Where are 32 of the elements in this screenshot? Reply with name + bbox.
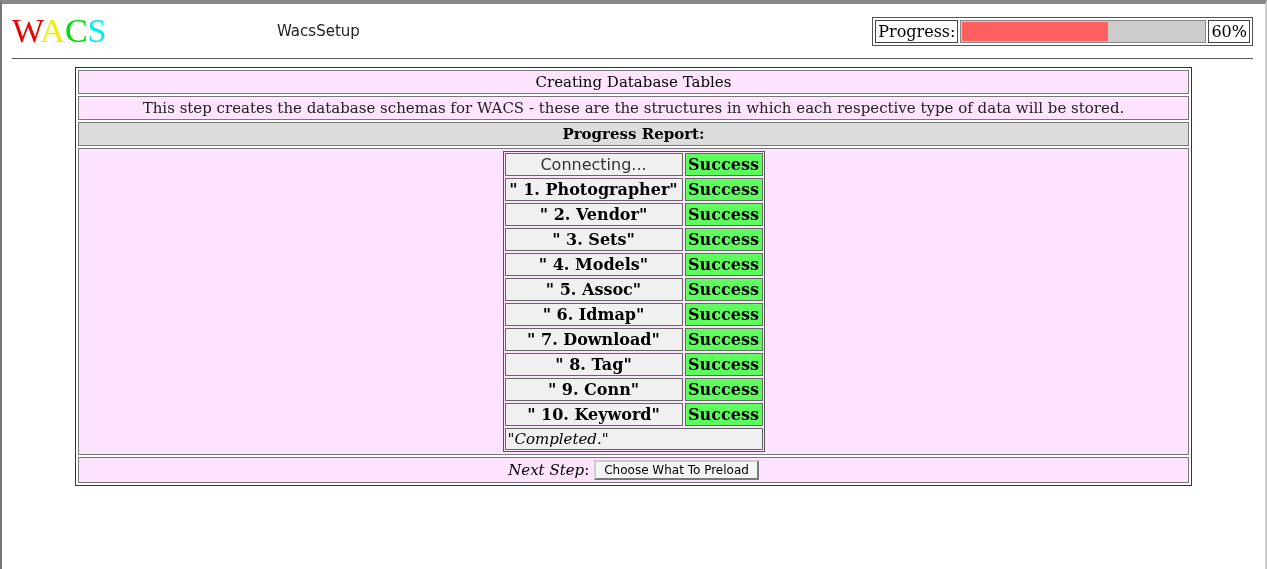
step-cell: " 7. Download"	[504, 328, 683, 351]
step-cell: " 9. Conn"	[504, 378, 683, 401]
status-cell: Success	[684, 328, 763, 351]
status-cell: Success	[684, 403, 763, 426]
completion-cell: "Completed."	[504, 428, 763, 450]
next-step-label: Next Step:	[508, 461, 590, 479]
report-heading: Progress Report:	[78, 122, 1189, 146]
step-cell: " 1. Photographer"	[504, 178, 683, 201]
step-cell: " 4. Models"	[504, 253, 683, 276]
progress-reading: 60%	[1208, 19, 1250, 43]
step-cell: Connecting...	[504, 153, 683, 176]
panel-title: Creating Database Tables	[78, 70, 1189, 94]
status-cell: Success	[684, 228, 763, 251]
status-cell: Success	[684, 253, 763, 276]
status-cell: Success	[684, 378, 763, 401]
progress-label: Progress:	[875, 19, 959, 43]
status-cell: Success	[684, 153, 763, 176]
description: This step creates the database schemas for WACS - these are the structures in which each respective type of data will be stored.	[78, 96, 1189, 120]
status-cell: Success	[684, 178, 763, 201]
status-cell: Success	[684, 278, 763, 301]
step-cell: " 2. Vendor"	[504, 203, 683, 226]
step-cell: " 5. Assoc"	[504, 278, 683, 301]
status-cell: Success	[684, 203, 763, 226]
logo: WACS	[12, 14, 108, 48]
status-cell: Success	[684, 353, 763, 376]
next-step-button[interactable]: Choose What To Preload	[594, 460, 759, 480]
step-cell: " 3. Sets"	[504, 228, 683, 251]
status-cell: Success	[684, 303, 763, 326]
step-cell: " 8. Tag"	[504, 353, 683, 376]
app-title: WacsSetup	[277, 22, 360, 40]
step-cell: " 6. Idmap"	[504, 303, 683, 326]
step-cell: " 10. Keyword"	[504, 403, 683, 426]
